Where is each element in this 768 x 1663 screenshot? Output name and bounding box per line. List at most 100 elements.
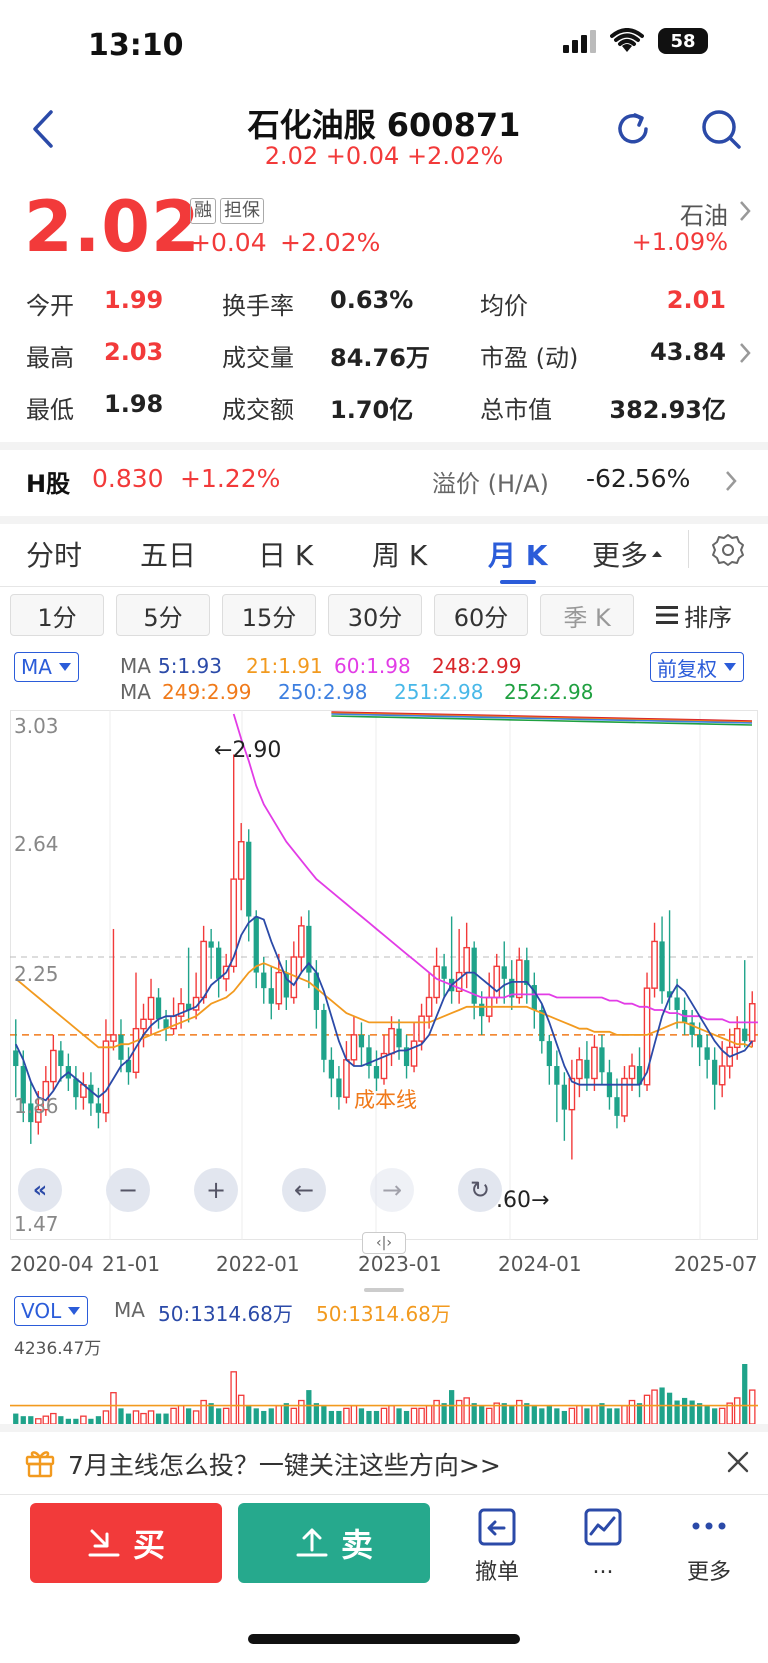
ma251-value: 251:2.98	[394, 680, 484, 704]
y-tick: 1.86	[14, 1094, 59, 1118]
x-tick: 2024-01	[498, 1252, 582, 1276]
hshare-row[interactable]: H股 0.830 +1.22% 溢价 (H/A) -62.56%	[0, 450, 768, 516]
volume-bar-up	[42, 1415, 50, 1424]
candle-body-up	[110, 1034, 117, 1042]
volume-bar-up	[410, 1407, 418, 1424]
volume-bar-down	[509, 1405, 515, 1424]
resize-handle[interactable]	[364, 1288, 404, 1292]
sort-button[interactable]: 排序	[656, 594, 732, 636]
candle-body-down	[614, 1097, 620, 1116]
volume-bar-up	[651, 1389, 658, 1424]
volume-bar-up	[591, 1405, 598, 1424]
tab-weekly-k[interactable]: 周 K	[372, 534, 427, 574]
candle-body-down	[479, 1003, 485, 1017]
volume-bar-up	[515, 1399, 523, 1424]
more-label: 更多	[686, 1560, 731, 1585]
candle-body-down	[253, 916, 259, 973]
arrow-right-icon: →	[381, 1176, 403, 1204]
candle-body-down	[155, 997, 162, 1020]
x-tick: 21-01	[102, 1252, 161, 1276]
volume-chart[interactable]	[10, 1330, 758, 1424]
banner-text: 7月主线怎么投？一键关注这些方向>>	[68, 1451, 501, 1480]
candle-body-down	[58, 1050, 64, 1067]
tab-monthly-k[interactable]: 月 K	[488, 534, 547, 574]
candle-body-down	[88, 1084, 94, 1104]
max-annotation: ←2.90	[214, 738, 282, 763]
interval-30min[interactable]: 30分	[328, 594, 422, 636]
chevron-right-icon[interactable]	[738, 200, 752, 222]
tab-daily-k[interactable]: 日 K	[258, 534, 313, 574]
volume-bar-up	[576, 1405, 583, 1424]
scroll-left-button[interactable]: ←	[282, 1168, 326, 1212]
premium-value: -62.56%	[586, 464, 691, 493]
section-divider	[0, 516, 768, 524]
vol-selector[interactable]: VOL	[14, 1296, 89, 1326]
vol-ma50-orange: 50:1314.68万	[316, 1302, 451, 1326]
open-label: 今开	[26, 292, 74, 320]
volume-bar-down	[479, 1405, 485, 1424]
candle-body-up	[147, 996, 155, 1021]
interval-60min[interactable]: 60分	[434, 594, 528, 636]
volume-bar-up	[290, 1407, 298, 1424]
promo-banner[interactable]: 7月主线怎么投？一键关注这些方向>>	[0, 1432, 768, 1494]
interval-15min[interactable]: 15分	[222, 594, 316, 636]
buy-button[interactable]: 买	[30, 1503, 222, 1583]
zoom-out-button[interactable]: −	[106, 1168, 150, 1212]
y-tick: 2.64	[14, 832, 59, 856]
volume-bar-up	[222, 1407, 230, 1424]
refresh-button[interactable]	[608, 104, 658, 154]
scroll-right-button[interactable]: →	[370, 1168, 414, 1212]
chart-drag-handle[interactable]: ‹|›	[362, 1232, 406, 1254]
status-icons: 58	[562, 28, 708, 54]
cancel-order-button[interactable]: 撤单	[452, 1506, 542, 1586]
zoom-out-far-button[interactable]: «	[18, 1168, 62, 1212]
sell-button[interactable]: 卖	[238, 1503, 430, 1583]
margin-tag[interactable]: 融	[190, 198, 216, 224]
volume-bar-down	[118, 1408, 124, 1424]
volume-bar-down	[674, 1400, 680, 1424]
volume-bar-down	[95, 1416, 102, 1424]
close-icon[interactable]	[726, 1450, 750, 1474]
collateral-tag[interactable]: 担保	[220, 198, 264, 224]
sector-name[interactable]: 石油	[680, 196, 728, 231]
candle-body-down	[216, 947, 222, 979]
chart-tool-button[interactable]: ...	[558, 1506, 648, 1579]
adjust-selector[interactable]: 前复权	[650, 652, 744, 682]
volume-bar-down	[155, 1413, 162, 1424]
candle-body-up	[298, 925, 305, 958]
chevron-right-icon	[726, 471, 737, 491]
interval-quarter-k[interactable]: 季 K	[540, 594, 634, 636]
tab-five-day[interactable]: 五日	[140, 534, 196, 574]
y-tick: 1.47	[14, 1212, 59, 1236]
volume-bar-down	[253, 1408, 259, 1424]
active-tab-indicator	[500, 580, 536, 584]
chart-frame	[10, 710, 758, 1240]
caret-down-icon	[58, 663, 71, 671]
candle-body-down	[336, 1078, 342, 1098]
interval-5min[interactable]: 5分	[116, 594, 210, 636]
ma250-value: 250:2.98	[278, 680, 368, 704]
volume-bar-up	[147, 1410, 155, 1424]
volume-bar-down	[531, 1405, 537, 1424]
search-button[interactable]	[696, 104, 746, 154]
zoom-in-button[interactable]: +	[194, 1168, 238, 1212]
candle-body-up	[200, 940, 207, 999]
tab-intraday[interactable]: 分时	[26, 534, 82, 574]
candle-body-down	[561, 1084, 567, 1110]
ma-selector[interactable]: MA	[14, 652, 79, 682]
interval-1min[interactable]: 1分	[10, 594, 104, 636]
reset-icon: ↻	[469, 1176, 491, 1204]
volume-bar-down	[396, 1408, 402, 1424]
volume-bar-down	[261, 1410, 267, 1424]
volume-bar-down	[246, 1405, 252, 1424]
hshare-change: +1.22%	[180, 464, 281, 493]
gift-icon	[25, 1451, 55, 1478]
chevron-right-icon[interactable]	[738, 342, 752, 364]
kline-chart[interactable]	[10, 710, 758, 1240]
candle-body-down	[95, 1103, 102, 1113]
tab-more[interactable]: 更多	[592, 534, 664, 574]
reset-chart-button[interactable]: ↻	[458, 1168, 502, 1212]
more-button[interactable]: 更多	[664, 1506, 754, 1586]
candle-body-up	[515, 959, 523, 999]
gear-icon[interactable]	[710, 532, 746, 568]
